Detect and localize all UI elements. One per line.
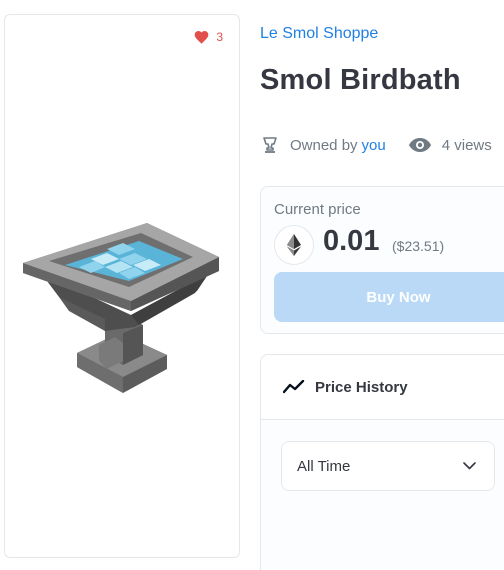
price-usd: ($23.51) <box>392 238 445 254</box>
asset-title: Smol Birdbath <box>260 64 461 96</box>
trending-line-icon <box>283 380 305 394</box>
ethereum-icon <box>287 234 301 256</box>
favorite-button[interactable]: 3 <box>193 29 223 44</box>
trophy-icon <box>263 137 277 153</box>
views-count: 4 views <box>441 136 492 154</box>
birdbath-image[interactable] <box>19 215 223 395</box>
eye-icon <box>408 138 431 152</box>
ethereum-badge <box>274 225 314 265</box>
price-history-title: Price History <box>315 378 408 396</box>
time-range-value: All Time <box>297 457 351 475</box>
price-value: 0.01 <box>323 225 380 257</box>
collection-link[interactable]: Le Smol Shoppe <box>260 25 378 43</box>
price-history-panel: Price History All Time <box>260 354 504 570</box>
owned-by-label: Owned by <box>290 136 358 154</box>
chevron-down-icon <box>463 462 476 470</box>
asset-image-card: 3 <box>4 14 240 558</box>
price-history-header[interactable]: Price History <box>261 355 504 420</box>
price-history-body: All Time <box>261 420 504 570</box>
price-card: Current price 0.01 ($23.51) Buy Now <box>260 186 504 334</box>
heart-icon <box>194 31 209 44</box>
views-counter: 4 views <box>408 137 492 154</box>
asset-meta-row: Owned by you 4 views <box>262 136 492 154</box>
current-price-label: Current price <box>274 201 361 218</box>
favorites-count: 3 <box>216 29 223 44</box>
buy-now-button[interactable]: Buy Now <box>274 272 504 322</box>
time-range-select[interactable]: All Time <box>281 441 495 491</box>
owner-link[interactable]: you <box>362 137 386 154</box>
